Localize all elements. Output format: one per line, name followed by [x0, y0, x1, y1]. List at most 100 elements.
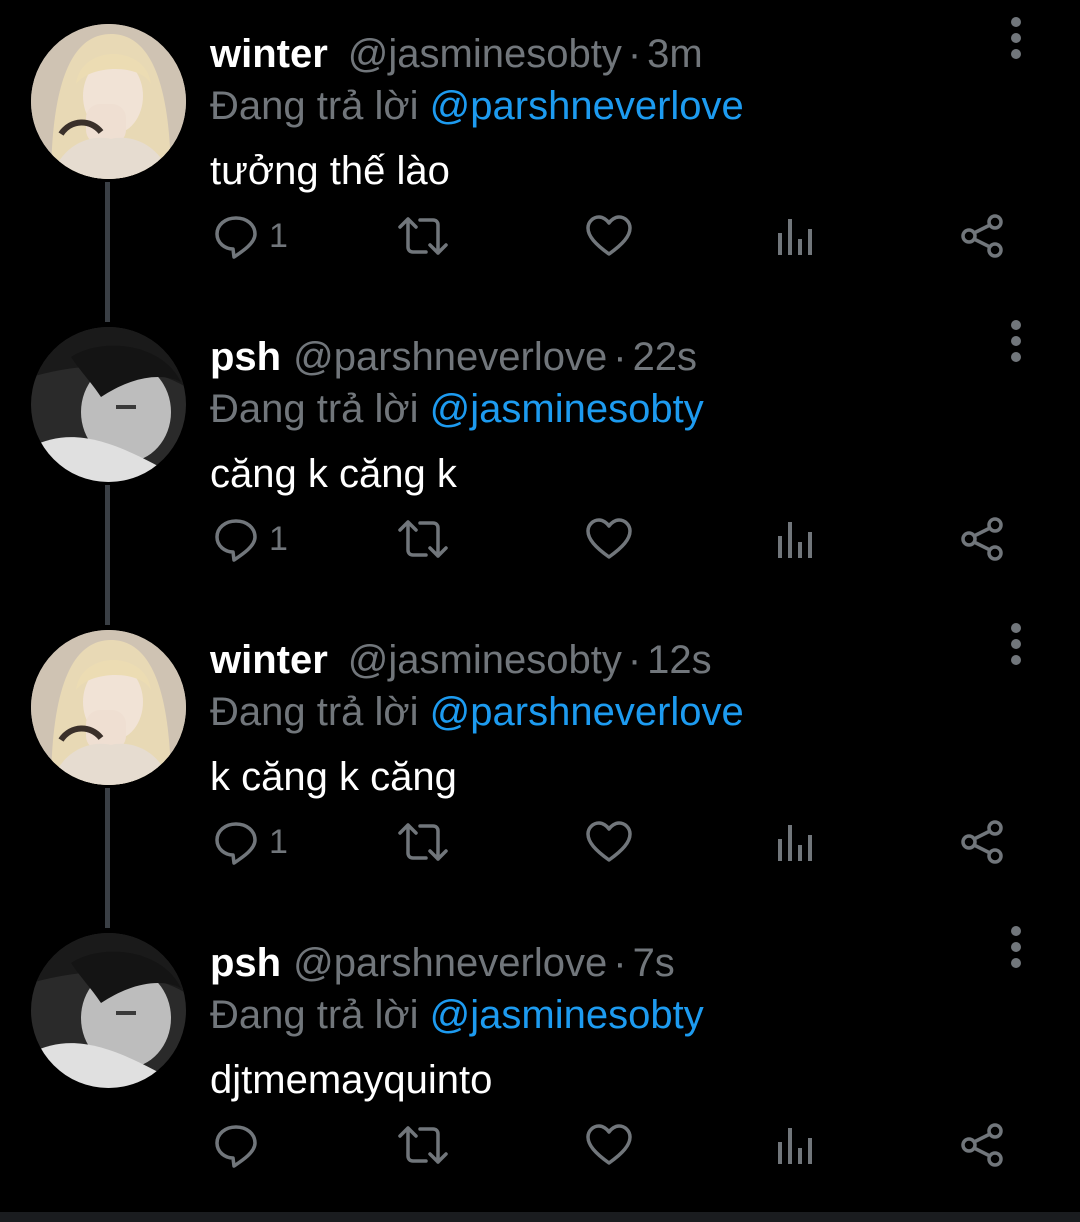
display-name[interactable]: psh [210, 941, 281, 985]
timestamp[interactable]: 7s [633, 941, 675, 985]
replying-prefix: Đang trả lời [210, 690, 419, 734]
more-vertical-icon [1011, 926, 1021, 968]
retweet-button[interactable] [396, 1115, 450, 1175]
replying-to: Đang trả lời @parshneverlove [210, 82, 744, 130]
conversation-thread: winter @jasminesobty · 3m Đang trả lời @par… [0, 0, 1080, 1222]
tweet-actions: 1 [0, 206, 1080, 266]
replying-to: Đang trả lời @parshneverlove [210, 688, 744, 736]
reply-bubble-icon [215, 822, 257, 865]
more-vertical-icon [1011, 17, 1021, 59]
heart-icon [586, 215, 632, 256]
bar-chart-icon [778, 1128, 812, 1164]
timestamp[interactable]: 22s [633, 335, 698, 379]
avatar[interactable] [31, 327, 186, 482]
user-handle[interactable]: @parshneverlove [293, 335, 607, 379]
retweet-button[interactable] [396, 206, 450, 266]
display-name[interactable]: winter [210, 638, 328, 682]
mention-link[interactable]: @parshneverlove [430, 690, 744, 734]
views-button[interactable] [775, 812, 817, 872]
more-button[interactable] [996, 317, 1036, 365]
separator: · [627, 638, 642, 682]
views-button[interactable] [775, 1115, 817, 1175]
tweet-header: psh @parshneverlove · 22s [210, 333, 697, 381]
timestamp[interactable]: 12s [647, 638, 712, 682]
tweet-header: psh @parshneverlove · 7s [210, 939, 675, 987]
share-icon [961, 517, 1003, 561]
retweet-button[interactable] [396, 509, 450, 569]
user-handle[interactable]: @parshneverlove [293, 941, 607, 985]
reply-bubble-icon [215, 1125, 257, 1168]
tweet-text: k căng k căng [210, 755, 457, 799]
like-button[interactable] [585, 206, 633, 266]
reply-bubble-icon [215, 216, 257, 259]
separator: · [613, 941, 627, 985]
replying-prefix: Đang trả lời [210, 387, 419, 431]
views-button[interactable] [775, 509, 817, 569]
tweet-text: djtmemayquinto [210, 1058, 493, 1102]
blonde-woman-avatar-image [31, 24, 186, 179]
tweet[interactable]: winter @jasminesobty · 3m Đang trả lời @par… [0, 0, 1080, 322]
timestamp[interactable]: 3m [647, 32, 703, 76]
reply-button[interactable]: 1 [213, 509, 288, 569]
blonde-woman-avatar-image [31, 630, 186, 785]
more-button[interactable] [996, 620, 1036, 668]
tweet-header: winter @jasminesobty · 12s [210, 636, 712, 684]
reply-button[interactable] [213, 1115, 269, 1175]
mention-link[interactable]: @jasminesobty [430, 387, 704, 431]
share-icon [961, 820, 1003, 864]
monochrome-person-avatar-image [31, 327, 186, 482]
reply-button[interactable]: 1 [213, 812, 288, 872]
tweet[interactable]: winter @jasminesobty · 12s Đang trả lời @pa… [0, 606, 1080, 928]
more-button[interactable] [996, 14, 1036, 62]
reply-count: 1 [269, 217, 288, 255]
retweet-icon [398, 217, 448, 255]
monochrome-person-avatar-image [31, 933, 186, 1088]
more-button[interactable] [996, 923, 1036, 971]
reply-count: 1 [269, 823, 288, 861]
separator: · [627, 32, 642, 76]
display-name[interactable]: psh [210, 335, 281, 379]
reply-button[interactable]: 1 [213, 206, 288, 266]
display-name[interactable]: winter [210, 32, 328, 76]
tweet-text: căng k căng k [210, 452, 457, 496]
like-button[interactable] [585, 1115, 633, 1175]
share-button[interactable] [960, 1115, 1006, 1175]
replying-prefix: Đang trả lời [210, 993, 419, 1037]
tweet-header: winter @jasminesobty · 3m [210, 30, 703, 78]
heart-icon [586, 1124, 632, 1165]
bottom-divider [0, 1212, 1080, 1222]
share-button[interactable] [960, 812, 1006, 872]
share-icon [961, 1123, 1003, 1167]
tweet-actions [0, 1115, 1080, 1175]
heart-icon [586, 821, 632, 862]
mention-link[interactable]: @jasminesobty [430, 993, 704, 1037]
views-button[interactable] [775, 206, 817, 266]
like-button[interactable] [585, 812, 633, 872]
separator: · [613, 335, 627, 379]
more-vertical-icon [1011, 623, 1021, 665]
retweet-button[interactable] [396, 812, 450, 872]
tweet[interactable]: psh @parshneverlove · 7s Đang trả lời @jasm… [0, 909, 1080, 1212]
share-button[interactable] [960, 206, 1006, 266]
more-vertical-icon [1011, 320, 1021, 362]
like-button[interactable] [585, 509, 633, 569]
tweet[interactable]: psh @parshneverlove · 22s Đang trả lời @jas… [0, 303, 1080, 625]
user-handle[interactable]: @jasminesobty [348, 32, 622, 76]
avatar[interactable] [31, 933, 186, 1088]
share-icon [961, 214, 1003, 258]
avatar[interactable] [31, 630, 186, 785]
bar-chart-icon [778, 219, 812, 255]
reply-count: 1 [269, 520, 288, 558]
replying-to: Đang trả lời @jasminesobty [210, 385, 704, 433]
mention-link[interactable]: @parshneverlove [430, 84, 744, 128]
bar-chart-icon [778, 522, 812, 558]
bar-chart-icon [778, 825, 812, 861]
share-button[interactable] [960, 509, 1006, 569]
retweet-icon [398, 823, 448, 861]
user-handle[interactable]: @jasminesobty [348, 638, 622, 682]
avatar[interactable] [31, 24, 186, 179]
replying-to: Đang trả lời @jasminesobty [210, 991, 704, 1039]
heart-icon [586, 518, 632, 559]
tweet-text: tưởng thế lào [210, 149, 450, 193]
reply-bubble-icon [215, 519, 257, 562]
